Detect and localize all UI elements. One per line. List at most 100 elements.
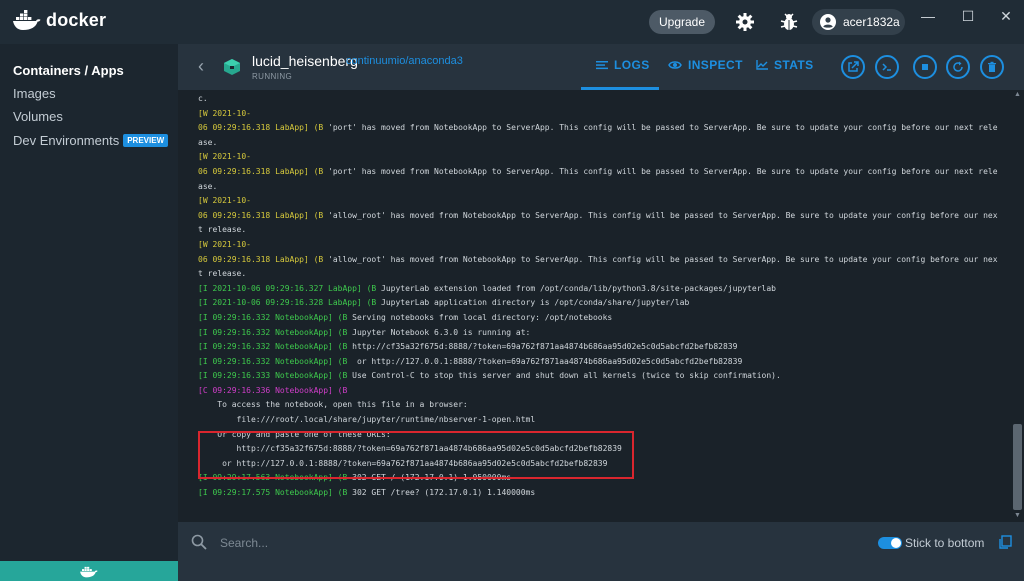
sidebar-item-label: Images: [13, 86, 56, 101]
sidebar-item-label: Dev Environments: [13, 133, 120, 148]
sidebar-item-label: Volumes: [13, 109, 63, 124]
log-footer: Stick to bottom: [178, 522, 1024, 581]
log-line: t release.: [198, 225, 247, 235]
back-chevron-icon[interactable]: ‹: [198, 56, 204, 77]
copy-icon[interactable]: [998, 535, 1012, 554]
log-line: To access the notebook, open this file i…: [198, 400, 468, 410]
bug-icon[interactable]: [777, 10, 801, 34]
docker-whale-icon: [80, 566, 98, 578]
container-header: ‹ lucid_heisenberg continuumio/anaconda3…: [178, 44, 1024, 90]
log-level-prefix: 06 09:29:16.318 LabApp] (B: [198, 210, 324, 220]
tab-label: LOGS: [614, 58, 650, 72]
log-message: 'allow_root' has moved from NotebookApp …: [323, 254, 998, 264]
stick-to-bottom-toggle[interactable]: [878, 537, 902, 549]
delete-icon[interactable]: [980, 55, 1004, 79]
maximize-button[interactable]: ☐: [958, 6, 978, 26]
log-line: [I 09:29:16.332 NotebookApp] (B Jupyter …: [198, 326, 1011, 341]
log-line: [W 2021-10-: [198, 108, 251, 118]
scrollbar-thumb[interactable]: [1013, 424, 1022, 510]
tab-logs[interactable]: LOGS: [596, 58, 650, 72]
log-line: ase.: [198, 181, 218, 191]
log-line: 06 09:29:16.318 LabApp] (B 'port' has mo…: [198, 121, 1011, 136]
open-in-browser-icon[interactable]: [841, 55, 865, 79]
log-line: ase.: [198, 137, 218, 147]
sidebar-item-volumes[interactable]: Volumes: [13, 109, 63, 124]
log-message: 'allow_root' has moved from NotebookApp …: [323, 210, 998, 220]
log-line: [W 2021-10-: [198, 239, 251, 249]
scroll-down-arrow-icon[interactable]: ▼: [1013, 512, 1022, 520]
search-input[interactable]: [220, 532, 520, 554]
tab-inspect[interactable]: INSPECT: [668, 58, 743, 72]
upgrade-button[interactable]: Upgrade: [649, 10, 715, 34]
minimize-button[interactable]: —: [918, 6, 938, 26]
log-line: [W 2021-10-: [198, 196, 251, 206]
log-line: [I 09:29:16.332 NotebookApp] (B or http:…: [198, 355, 1011, 370]
log-line: [W 2021-10-: [198, 152, 251, 162]
log-message: Serving notebooks from local directory: …: [347, 312, 613, 322]
log-message: Use Control-C to stop this server and sh…: [347, 371, 781, 381]
app-name: docker: [46, 9, 107, 30]
log-line: [I 2021-10-06 09:29:16.328 LabApp] (B Ju…: [198, 296, 1011, 311]
log-level-prefix: 06 09:29:16.318 LabApp] (B: [198, 123, 324, 133]
stop-icon[interactable]: [913, 55, 937, 79]
list-icon: [596, 61, 608, 70]
log-level-prefix: [I 09:29:16.332 NotebookApp] (B: [198, 356, 348, 366]
log-line: 06 09:29:16.318 LabApp] (B 'allow_root' …: [198, 253, 1011, 268]
gear-icon[interactable]: [733, 10, 757, 34]
log-message: 'port' has moved from NotebookApp to Ser…: [323, 123, 998, 133]
log-level-prefix: [I 09:29:17.575 NotebookApp] (B: [198, 488, 348, 498]
container-status: RUNNING: [252, 72, 293, 81]
log-line: c.: [198, 94, 208, 103]
sidebar-item-dev-environments[interactable]: Dev Environments PREVIEW: [13, 133, 169, 148]
scroll-up-arrow-icon[interactable]: ▲: [1013, 91, 1022, 99]
username: acer1832a: [843, 15, 900, 29]
close-button[interactable]: ✕: [996, 6, 1016, 26]
restart-icon[interactable]: [946, 55, 970, 79]
log-level-prefix: [I 09:29:16.332 NotebookApp] (B: [198, 327, 348, 337]
cli-icon[interactable]: [875, 55, 899, 79]
eye-icon: [668, 61, 682, 69]
log-line: [C 09:29:16.336 NotebookApp] (B: [198, 385, 348, 395]
user-menu-button[interactable]: acer1832a: [812, 9, 905, 35]
log-line: [I 2021-10-06 09:29:16.327 LabApp] (B Ju…: [198, 282, 1011, 297]
sidebar-item-label: Containers / Apps: [13, 63, 124, 78]
title-bar: docker Upgrade acer1832a — ☐ ✕: [0, 0, 1024, 44]
tab-label: INSPECT: [688, 58, 743, 72]
sidebar-item-containers[interactable]: Containers / Apps: [13, 63, 124, 78]
log-level-prefix: 06 09:29:16.318 LabApp] (B: [198, 166, 324, 176]
stick-to-bottom-label: Stick to bottom: [905, 536, 985, 550]
tab-label: STATS: [774, 58, 814, 72]
log-message: JupyterLab application directory is /opt…: [376, 298, 690, 308]
engine-status-bar[interactable]: [0, 561, 178, 581]
user-avatar-icon: [820, 14, 836, 30]
log-level-prefix: [I 09:29:16.333 NotebookApp] (B: [198, 371, 348, 381]
log-message: JupyterLab extension loaded from /opt/co…: [376, 283, 776, 293]
log-line: file:///root/.local/share/jupyter/runtim…: [198, 415, 536, 425]
log-line: 06 09:29:16.318 LabApp] (B 'port' has mo…: [198, 165, 1011, 180]
log-message: Jupyter Notebook 6.3.0 is running at:: [347, 327, 531, 337]
docker-logo: docker: [12, 9, 106, 31]
sidebar-item-images[interactable]: Images: [13, 86, 56, 101]
log-line: 06 09:29:16.318 LabApp] (B 'allow_root' …: [198, 209, 1011, 224]
log-line: t release.: [198, 269, 247, 279]
url-highlight-box: [198, 431, 634, 479]
log-line: [I 09:29:16.332 NotebookApp] (B http://c…: [198, 340, 1011, 355]
container-name: lucid_heisenberg: [252, 53, 358, 69]
log-level-prefix: [I 2021-10-06 09:29:16.327 LabApp] (B: [198, 283, 377, 293]
sidebar: Containers / Apps Images Volumes Dev Env…: [0, 44, 178, 581]
log-level-prefix: 06 09:29:16.318 LabApp] (B: [198, 254, 324, 264]
log-line: [I 09:29:16.332 NotebookApp] (B Serving …: [198, 311, 1011, 326]
tab-stats[interactable]: STATS: [756, 58, 814, 72]
search-icon: [191, 534, 207, 555]
log-line: [I 09:29:17.575 NotebookApp] (B 302 GET …: [198, 486, 1011, 501]
log-level-prefix: [I 09:29:16.332 NotebookApp] (B: [198, 312, 348, 322]
log-level-prefix: [I 2021-10-06 09:29:16.328 LabApp] (B: [198, 298, 377, 308]
log-message: or http://127.0.0.1:8888/?token=69a762f8…: [347, 356, 743, 366]
log-message: 'port' has moved from NotebookApp to Ser…: [323, 166, 998, 176]
container-cube-icon: [222, 57, 242, 82]
log-level-prefix: [I 09:29:16.332 NotebookApp] (B: [198, 342, 348, 352]
chart-line-icon: [756, 60, 768, 70]
docker-whale-icon: [13, 10, 41, 30]
container-image-link[interactable]: continuumio/anaconda3: [346, 55, 463, 67]
log-line: [I 09:29:16.333 NotebookApp] (B Use Cont…: [198, 369, 1011, 384]
